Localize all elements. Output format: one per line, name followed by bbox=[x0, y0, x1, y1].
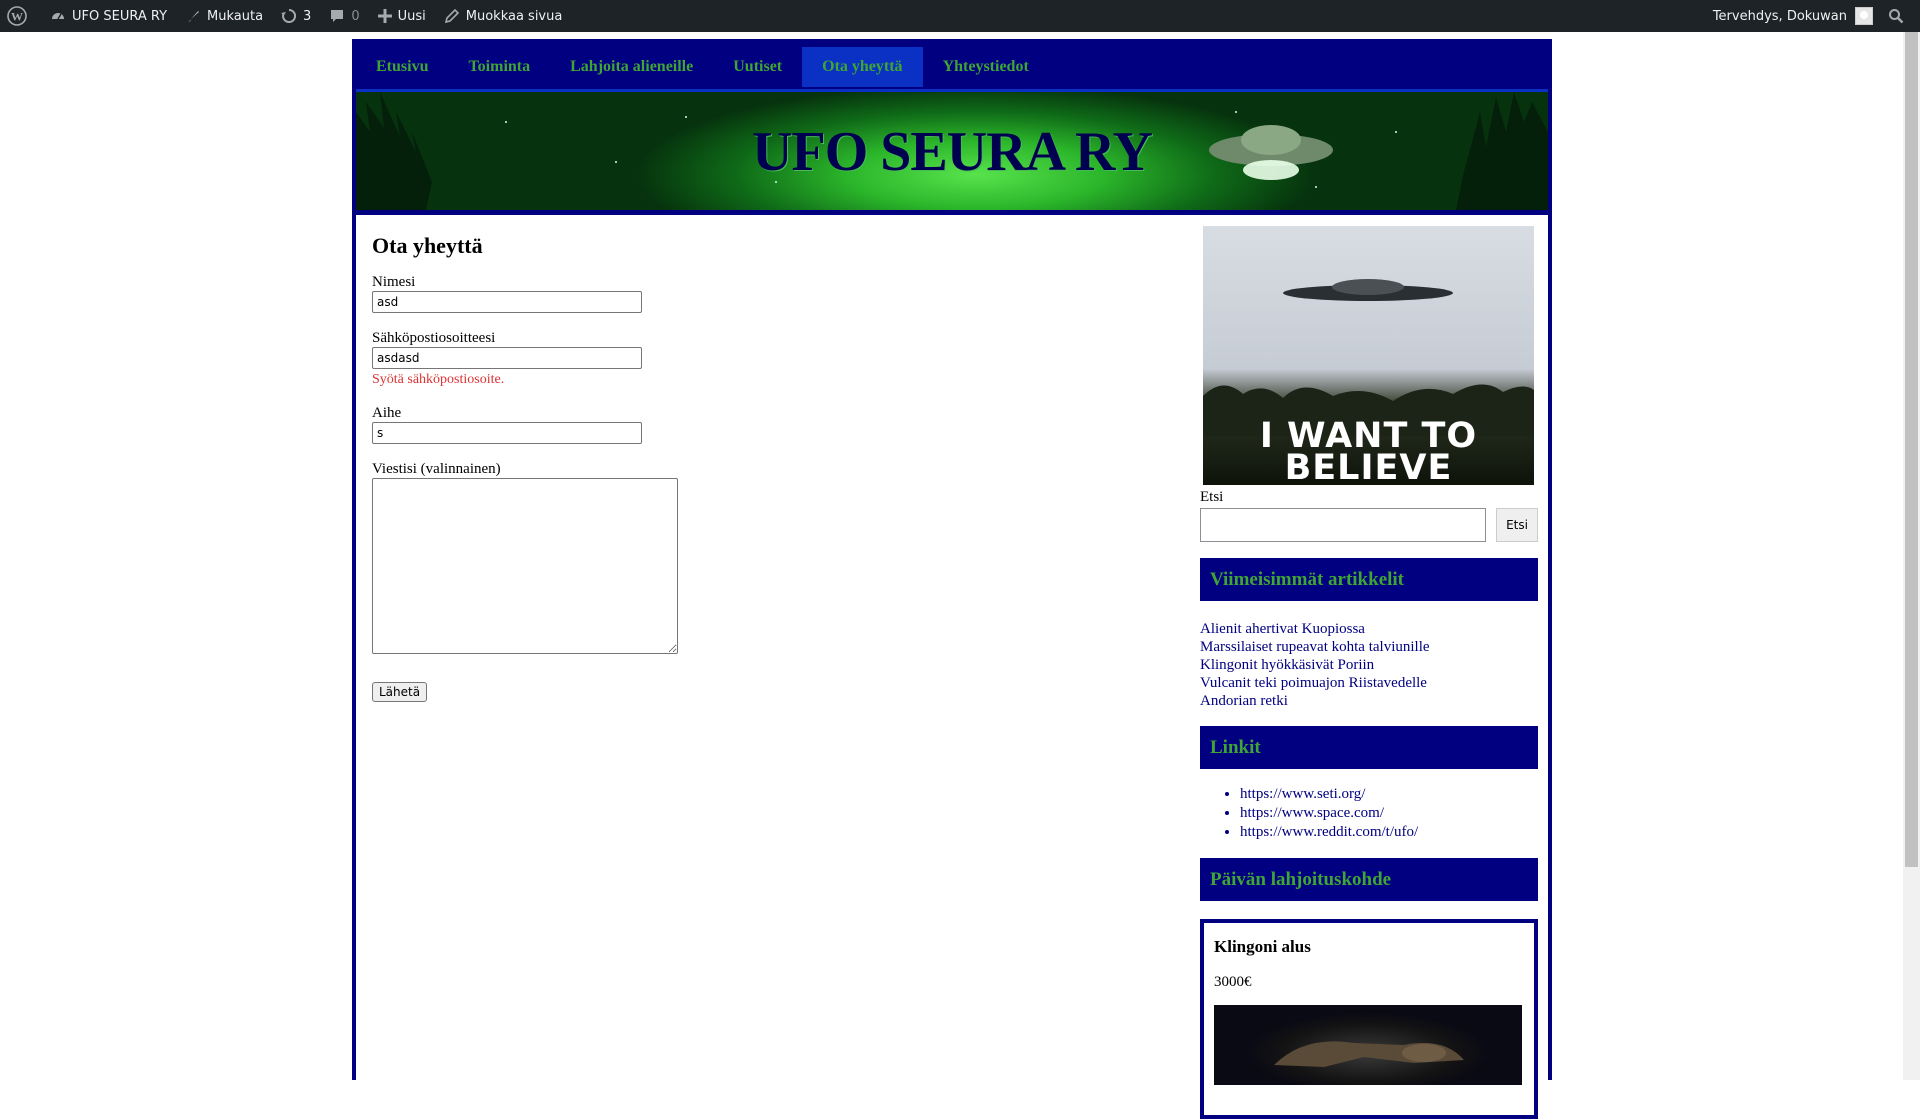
nav-item-ota-yheytta[interactable]: Ota yheyttä bbox=[802, 47, 923, 87]
page-title: Ota yheyttä bbox=[372, 233, 483, 258]
admin-comments-count: 0 bbox=[351, 8, 360, 24]
donation-heading: Päivän lahjoituskohde bbox=[1200, 858, 1538, 901]
admin-bar: W UFO SEURA RY Mukauta 3 0 Uusi Muokkaa … bbox=[0, 0, 1920, 32]
external-link[interactable]: https://www.space.com/ bbox=[1240, 804, 1538, 823]
search-button[interactable]: Etsi bbox=[1496, 508, 1538, 542]
recent-post-link[interactable]: Vulcanit teki poimuajon Riistavedelle bbox=[1200, 674, 1538, 692]
message-field-group: Viestisi (valinnainen) bbox=[372, 461, 1132, 659]
search-label: Etsi bbox=[1200, 489, 1224, 505]
admin-greeting: Tervehdys, Dokuwan bbox=[1712, 8, 1847, 24]
email-error-message: Syötä sähköpostiosoite. bbox=[372, 372, 505, 387]
recent-post-link[interactable]: Alienit ahertivat Kuopiossa bbox=[1200, 620, 1538, 638]
admin-new-label: Uusi bbox=[397, 8, 426, 24]
admin-search-button[interactable] bbox=[1882, 0, 1920, 32]
admin-customize-link[interactable]: Mukauta bbox=[176, 0, 272, 32]
contact-form: Ota yheyttä Nimesi Sähköpostiosoitteesi … bbox=[372, 233, 1132, 702]
links-list: https://www.seti.org/ https://www.space.… bbox=[1200, 785, 1538, 842]
avatar bbox=[1855, 7, 1873, 25]
svg-text:W: W bbox=[11, 10, 23, 24]
name-input[interactable] bbox=[372, 291, 642, 313]
nav-item-etusivu[interactable]: Etusivu bbox=[356, 47, 448, 87]
site-header-banner: UFO SEURA RY bbox=[356, 89, 1548, 215]
email-label: Sähköpostiosoitteesi bbox=[372, 330, 496, 346]
admin-new-link[interactable]: Uusi bbox=[369, 0, 435, 32]
email-input[interactable] bbox=[372, 347, 642, 369]
admin-customize-label: Mukauta bbox=[207, 8, 264, 24]
recent-posts-heading: Viimeisimmät artikkelit bbox=[1200, 558, 1538, 601]
admin-account-menu[interactable]: Tervehdys, Dokuwan bbox=[1704, 0, 1882, 32]
sidebar: I WANT TO BELIEVE Etsi Etsi Viimeisimmät… bbox=[1200, 226, 1538, 1119]
klingon-ship-image[interactable] bbox=[1214, 1005, 1522, 1085]
plus-icon bbox=[377, 9, 392, 23]
wordpress-logo-icon[interactable]: W bbox=[0, 0, 41, 32]
comment-icon bbox=[331, 10, 344, 22]
recent-post-link[interactable]: Klingonit hyökkäsivät Poriin bbox=[1200, 656, 1538, 674]
admin-updates-link[interactable]: 3 bbox=[272, 0, 320, 32]
dashboard-icon bbox=[52, 13, 64, 20]
i-want-to-believe-poster: I WANT TO BELIEVE bbox=[1203, 226, 1534, 485]
subject-label: Aihe bbox=[372, 405, 402, 421]
message-label: Viestisi (valinnainen) bbox=[372, 461, 501, 477]
nav-item-uutiset[interactable]: Uutiset bbox=[713, 47, 802, 87]
donation-price: 3000€ bbox=[1214, 974, 1252, 990]
name-field-group: Nimesi bbox=[372, 274, 1132, 313]
admin-updates-count: 3 bbox=[303, 8, 312, 24]
admin-site-link[interactable]: UFO SEURA RY bbox=[41, 0, 176, 32]
spaceship-icon bbox=[1274, 1041, 1464, 1067]
admin-edit-page-label: Muokkaa sivua bbox=[465, 8, 563, 24]
message-textarea[interactable] bbox=[372, 478, 678, 654]
admin-site-name: UFO SEURA RY bbox=[72, 8, 168, 24]
ufo-icon bbox=[1283, 279, 1453, 301]
pencil-icon bbox=[444, 8, 459, 24]
external-link[interactable]: https://www.reddit.com/t/ufo/ bbox=[1240, 823, 1538, 842]
recent-post-link[interactable]: Andorian retki bbox=[1200, 692, 1538, 710]
brush-icon bbox=[188, 11, 200, 22]
donation-card: Klingoni alus 3000€ bbox=[1200, 919, 1538, 1119]
main-navigation: Etusivu Toiminta Lahjoita alieneille Uut… bbox=[356, 43, 1548, 89]
site-title[interactable]: UFO SEURA RY bbox=[356, 120, 1548, 184]
nav-item-yhteystiedot[interactable]: Yhteystiedot bbox=[923, 47, 1049, 87]
donation-item-title[interactable]: Klingoni alus bbox=[1214, 937, 1524, 957]
search-input[interactable] bbox=[1200, 508, 1486, 542]
page-wrapper: Etusivu Toiminta Lahjoita alieneille Uut… bbox=[352, 39, 1552, 1119]
subject-input[interactable] bbox=[372, 422, 642, 444]
search-form: Etsi bbox=[1200, 508, 1538, 542]
admin-comments-link[interactable]: 0 bbox=[320, 0, 368, 32]
send-button[interactable]: Lähetä bbox=[372, 682, 428, 702]
updates-icon bbox=[281, 8, 297, 23]
subject-field-group: Aihe bbox=[372, 405, 1132, 444]
external-link[interactable]: https://www.seti.org/ bbox=[1240, 785, 1538, 804]
scrollbar-thumb[interactable] bbox=[1905, 32, 1918, 867]
name-label: Nimesi bbox=[372, 274, 416, 290]
links-heading: Linkit bbox=[1200, 726, 1538, 769]
nav-item-lahjoita[interactable]: Lahjoita alieneille bbox=[550, 47, 713, 87]
nav-item-toiminta[interactable]: Toiminta bbox=[448, 47, 550, 87]
recent-posts-list: Alienit ahertivat Kuopiossa Marssilaiset… bbox=[1200, 620, 1538, 710]
recent-post-link[interactable]: Marssilaiset rupeavat kohta talviunille bbox=[1200, 638, 1538, 656]
admin-edit-page-link[interactable]: Muokkaa sivua bbox=[435, 0, 572, 32]
email-field-group: Sähköpostiosoitteesi Syötä sähköpostioso… bbox=[372, 330, 1132, 388]
search-icon bbox=[1889, 9, 1904, 24]
poster-line-2: BELIEVE bbox=[1284, 448, 1453, 486]
